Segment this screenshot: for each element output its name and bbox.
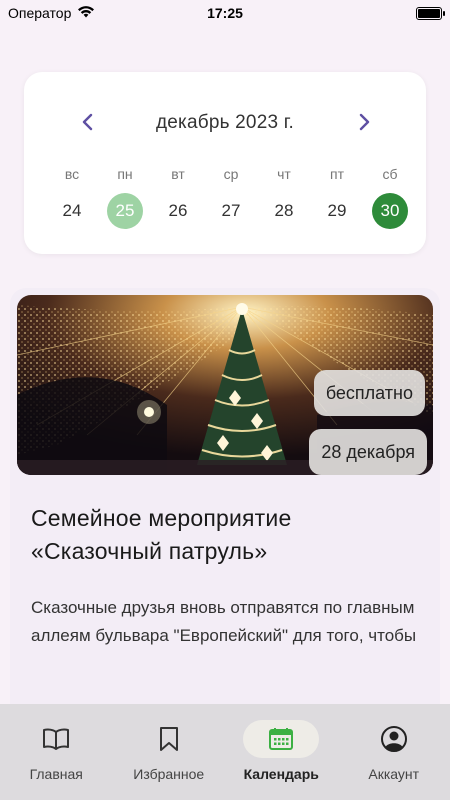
event-image: бесплатно 28 декабря bbox=[17, 295, 433, 475]
weekday-label: пн bbox=[117, 166, 133, 182]
carrier-label: Оператор bbox=[8, 5, 72, 21]
battery-icon bbox=[416, 6, 445, 20]
day-row: 24 25 26 27 28 29 30 bbox=[54, 193, 408, 229]
day-cell-selected[interactable]: 30 bbox=[372, 193, 408, 229]
chevron-right-icon bbox=[359, 113, 370, 131]
weekday-label: чт bbox=[277, 166, 291, 182]
day-cell[interactable]: 24 bbox=[54, 193, 90, 229]
event-card[interactable]: бесплатно 28 декабря Семейное мероприяти… bbox=[10, 288, 440, 728]
nav-label: Избранное bbox=[133, 766, 205, 782]
bottom-nav: Главная Избранное Календарь Аккаунт bbox=[0, 704, 450, 800]
bookmark-icon bbox=[159, 727, 178, 751]
weekday-label: вт bbox=[171, 166, 185, 182]
next-month-button[interactable] bbox=[350, 108, 378, 136]
day-cell[interactable]: 28 bbox=[266, 193, 302, 229]
nav-label: Аккаунт bbox=[368, 766, 420, 782]
status-left: Оператор bbox=[8, 5, 95, 21]
nav-pill bbox=[131, 720, 207, 758]
nav-pill bbox=[356, 720, 432, 758]
event-title: Семейное мероприятие «Сказочный патруль» bbox=[31, 505, 292, 564]
nav-item-account[interactable]: Аккаунт bbox=[338, 704, 450, 800]
account-icon bbox=[380, 726, 407, 752]
nav-label: Главная bbox=[29, 766, 83, 782]
nav-label: Календарь bbox=[243, 766, 319, 782]
nav-pill bbox=[18, 720, 94, 758]
weekday-label: ср bbox=[223, 166, 239, 182]
calendar-card: декабрь 2023 г. вс пн вт ср чт пт сб 24 … bbox=[24, 72, 426, 254]
weekday-row: вс пн вт ср чт пт сб bbox=[54, 166, 408, 182]
nav-pill-active bbox=[243, 720, 320, 758]
day-cell-today[interactable]: 25 bbox=[107, 193, 143, 229]
status-bar: Оператор 17:25 bbox=[0, 0, 450, 26]
nav-item-favorites[interactable]: Избранное bbox=[113, 704, 226, 800]
month-title: декабрь 2023 г. bbox=[155, 112, 294, 133]
day-cell[interactable]: 27 bbox=[213, 193, 249, 229]
weekday-label: пт bbox=[330, 166, 344, 182]
day-cell[interactable]: 26 bbox=[160, 193, 196, 229]
event-description: Сказочные друзья вновь отправятся по гла… bbox=[31, 598, 417, 645]
book-icon bbox=[43, 728, 70, 750]
day-cell[interactable]: 29 bbox=[319, 193, 355, 229]
price-badge: бесплатно bbox=[313, 370, 425, 416]
wifi-icon bbox=[77, 5, 95, 21]
date-badge: 28 декабря bbox=[309, 429, 427, 475]
weekday-label: вс bbox=[64, 166, 80, 182]
weekday-label: сб bbox=[382, 166, 398, 182]
nav-item-calendar[interactable]: Календарь bbox=[225, 704, 338, 800]
nav-item-home[interactable]: Главная bbox=[0, 704, 113, 800]
calendar-icon bbox=[269, 728, 294, 750]
